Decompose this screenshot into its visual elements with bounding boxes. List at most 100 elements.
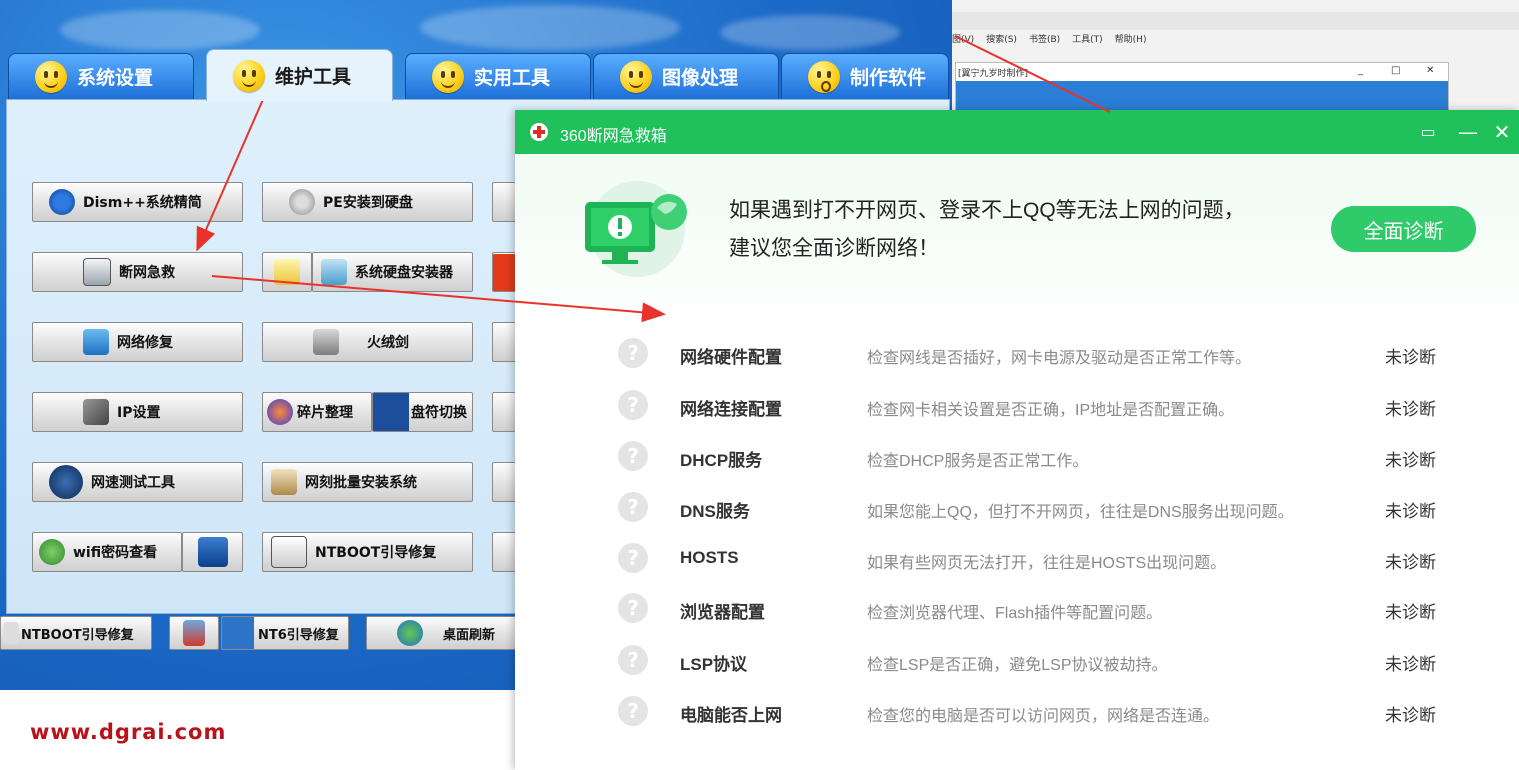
item-status: 未诊断 xyxy=(1385,400,1436,419)
question-icon: ? xyxy=(618,696,648,726)
item-description: 检查DHCP服务是否正常工作。 xyxy=(867,453,1089,470)
bottom-add-button[interactable] xyxy=(169,616,219,650)
cloud-decoration xyxy=(720,15,900,50)
smile-face-icon xyxy=(432,60,464,93)
button-label: IP设置 xyxy=(117,405,161,421)
drive-letter-button[interactable]: 盘符切换 xyxy=(372,392,473,432)
red-cross-icon xyxy=(530,123,548,141)
menu-search[interactable]: 搜索(S) xyxy=(986,32,1017,45)
bottom-refresh-button[interactable]: 桌面刷新 xyxy=(366,616,518,650)
item-name: 电脑能否上网 xyxy=(680,706,782,725)
item-description: 检查LSP是否正确，避免LSP协议被劫持。 xyxy=(867,657,1168,674)
menu-help[interactable]: 帮助(H) xyxy=(1115,32,1147,45)
tab-make-software[interactable]: 制作软件 xyxy=(781,53,949,100)
tab-label: 实用工具 xyxy=(474,67,551,89)
close-icon[interactable]: ✕ xyxy=(1490,120,1514,144)
button-label: 断网急救 xyxy=(119,265,175,281)
button-label: 网刻批量安装系统 xyxy=(305,475,417,491)
cloud-decoration xyxy=(420,5,680,50)
item-description: 检查网卡相关设置是否正确，IP地址是否配置正确。 xyxy=(867,402,1235,419)
wifi-password-button[interactable]: wifi密码查看 xyxy=(32,532,182,572)
speed-test-button[interactable]: 网速测试工具 xyxy=(32,462,243,502)
ghost-icon xyxy=(274,259,300,285)
button-label: NTBOOT引导修复 xyxy=(315,545,437,561)
ghost-tool-button[interactable] xyxy=(262,252,312,292)
item-description: 检查浏览器代理、Flash插件等配置问题。 xyxy=(867,605,1163,622)
list-item: ? 网络硬件配置 检查网线是否插好，网卡电源及驱动是否正常工作等。 未诊断 xyxy=(515,329,1519,380)
tab-label: 制作软件 xyxy=(850,67,927,89)
menu-bookmarks[interactable]: 书签(B) xyxy=(1029,32,1060,45)
coffee-icon xyxy=(271,469,297,495)
minimize-icon[interactable]: — xyxy=(1456,120,1480,144)
item-name: DNS服务 xyxy=(680,502,750,521)
batch-install-button[interactable]: 网刻批量安装系统 xyxy=(262,462,473,502)
button-label: 火绒剑 xyxy=(367,335,409,351)
minimize-icon[interactable]: _ xyxy=(1358,65,1363,76)
tab-system-settings[interactable]: 系统设置 xyxy=(8,53,194,100)
dialog-titlebar: 360断网急救箱 ▭ — ✕ xyxy=(515,110,1519,154)
confused-face-icon xyxy=(620,60,652,93)
question-icon: ? xyxy=(618,492,648,522)
defrag-button[interactable]: 碎片整理 xyxy=(262,392,372,432)
maximize-icon[interactable]: □ xyxy=(1391,65,1400,76)
item-status: 未诊断 xyxy=(1385,655,1436,674)
item-status: 未诊断 xyxy=(1385,553,1436,572)
user-tool-button[interactable] xyxy=(182,532,243,572)
hero-line-2: 建议您全面诊断网络！ xyxy=(729,237,939,260)
full-diagnose-button[interactable]: 全面诊断 xyxy=(1331,206,1476,252)
wrench-icon xyxy=(222,617,254,649)
button-label: 碎片整理 xyxy=(297,405,353,421)
button-label: NT6引导修复 xyxy=(258,627,339,643)
installer-icon xyxy=(321,259,347,285)
button-label: NTBOOT引导修复 xyxy=(21,627,134,643)
tools-icon xyxy=(83,399,109,425)
item-status: 未诊断 xyxy=(1385,348,1436,367)
menu-tools[interactable]: 工具(T) xyxy=(1072,32,1103,45)
tab-utility-tools[interactable]: 实用工具 xyxy=(405,53,591,100)
question-icon: ? xyxy=(618,390,648,420)
menu-view[interactable]: 图(V) xyxy=(952,32,974,45)
list-item: ? LSP协议 检查LSP是否正确，避免LSP协议被劫持。 未诊断 xyxy=(515,636,1519,687)
item-status: 未诊断 xyxy=(1385,502,1436,521)
button-label: 桌面刷新 xyxy=(443,627,496,643)
browser-toolbar xyxy=(952,12,1519,30)
item-description: 如果有些网页无法打开，往往是HOSTS出现问题。 xyxy=(867,555,1227,572)
watermark: www.dgrai.com xyxy=(30,720,227,744)
subwindow-title: [翼宁九岁时制作] xyxy=(958,69,1029,79)
close-icon[interactable]: ✕ xyxy=(1426,65,1434,76)
smile-face-icon xyxy=(35,60,67,93)
dialog-title: 360断网急救箱 xyxy=(560,128,667,145)
ntboot-repair-button[interactable]: NTBOOT引导修复 xyxy=(262,532,473,572)
pe-install-button[interactable]: PE安装到硬盘 xyxy=(262,182,473,222)
item-name: HOSTS xyxy=(680,548,739,567)
button-label: 盘符切换 xyxy=(411,405,467,421)
first-aid-kit-icon xyxy=(83,258,111,286)
ip-settings-button[interactable]: IP设置 xyxy=(32,392,243,432)
button-label: 网络修复 xyxy=(117,335,173,351)
feedback-icon[interactable]: ▭ xyxy=(1416,120,1440,144)
item-description: 检查网线是否插好，网卡电源及驱动是否正常工作等。 xyxy=(867,350,1252,367)
hero-message: 如果遇到打不开网页、登录不上QQ等无法上网的问题， 建议您全面诊断网络！ xyxy=(729,192,1245,268)
question-icon: ? xyxy=(618,543,648,573)
speedometer-icon xyxy=(49,465,83,499)
question-icon: ? xyxy=(618,441,648,471)
list-item: ? HOSTS 如果有些网页无法打开，往往是HOSTS出现问题。 未诊断 xyxy=(515,534,1519,585)
item-name: DHCP服务 xyxy=(680,451,763,470)
net-rescue-button[interactable]: 断网急救 xyxy=(32,252,243,292)
plus-icon xyxy=(183,620,205,646)
tab-maintenance-tools[interactable]: 维护工具 xyxy=(206,49,393,101)
button-label: Dism++系统精简 xyxy=(83,195,202,211)
disk-installer-button[interactable]: 系统硬盘安装器 xyxy=(312,252,473,292)
button-label: 网速测试工具 xyxy=(91,475,175,491)
dism-button[interactable]: Dism++系统精简 xyxy=(32,182,243,222)
net-repair-button[interactable]: 网络修复 xyxy=(32,322,243,362)
bottom-ntboot-button[interactable]: NTBOOT引导修复 xyxy=(0,616,152,650)
bottom-nt6-button[interactable]: NT6引导修复 xyxy=(221,616,349,650)
list-item: ? 网络连接配置 检查网卡相关设置是否正确，IP地址是否配置正确。 未诊断 xyxy=(515,381,1519,432)
button-label: PE安装到硬盘 xyxy=(323,195,413,211)
switch-icon xyxy=(373,393,409,431)
huorong-button[interactable]: 火绒剑 xyxy=(262,322,473,362)
tab-image-processing[interactable]: 图像处理 xyxy=(593,53,779,100)
surprised-face-icon xyxy=(808,60,840,93)
tongue-face-icon xyxy=(233,59,265,92)
